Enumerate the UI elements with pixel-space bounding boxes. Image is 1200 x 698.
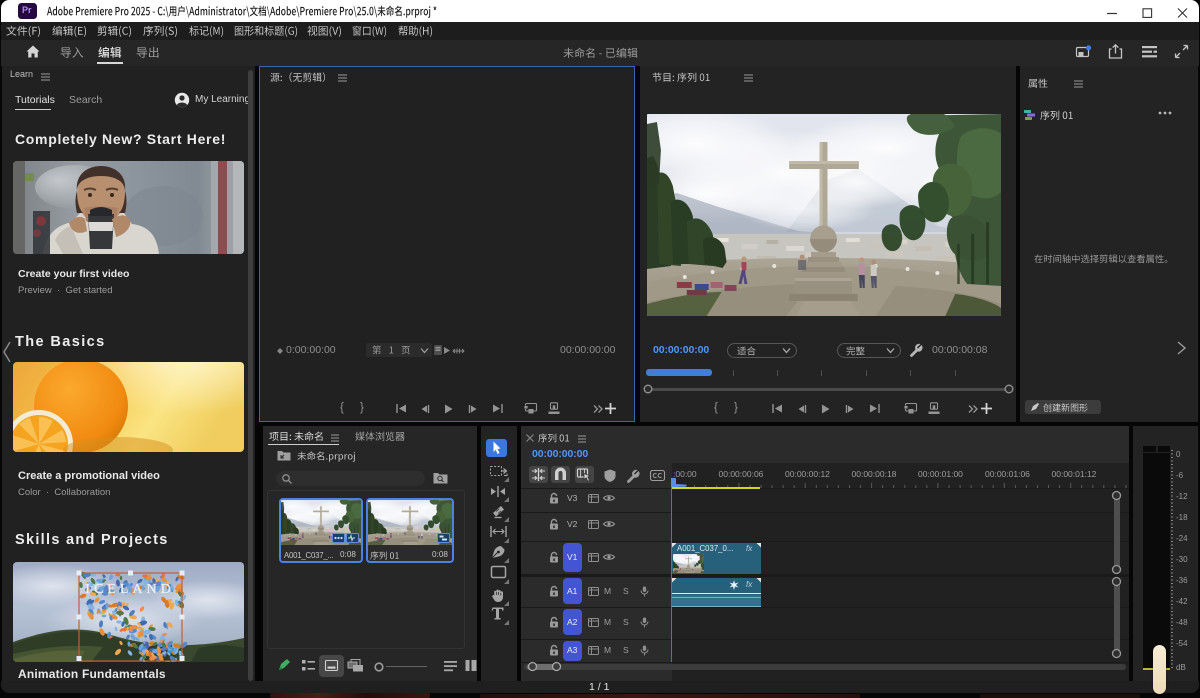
svg-text:ICELAND: ICELAND: [85, 582, 174, 597]
